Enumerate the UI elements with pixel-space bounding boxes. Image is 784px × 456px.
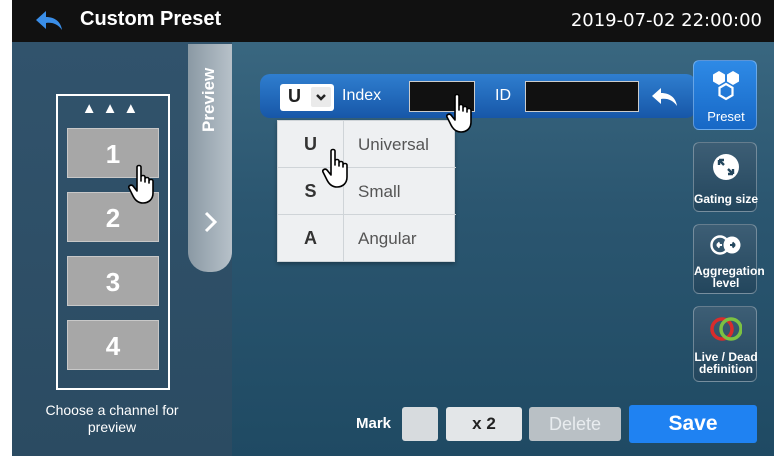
type-select-value: U — [288, 86, 301, 106]
index-label: Index — [342, 87, 382, 104]
delete-button[interactable]: Delete — [529, 407, 621, 441]
gating-size-icon — [713, 154, 739, 180]
dropdown-option-angular[interactable]: A Angular — [278, 215, 456, 262]
save-button[interactable]: Save — [629, 405, 757, 443]
dropdown-option-small[interactable]: S Small — [278, 168, 456, 215]
hand-cursor-icon — [322, 148, 348, 188]
gating-size-button[interactable]: Gating size — [693, 142, 759, 212]
preview-tab[interactable]: Preview — [188, 44, 232, 272]
preset-button-label: Preset — [707, 109, 745, 124]
id-label: ID — [495, 87, 511, 104]
dropdown-option-universal[interactable]: U Universal — [278, 121, 456, 168]
choose-channel-hint: Choose a channel for preview — [45, 402, 179, 435]
app-frame: Custom Preset 2019-07-02 22:00:00 ▲▲▲ 1 … — [12, 0, 774, 456]
aggregation-icon — [710, 235, 741, 255]
header-bar: Custom Preset 2019-07-02 22:00:00 — [12, 0, 774, 42]
dropdown-option-letter: A — [278, 215, 344, 262]
channel-button-3[interactable]: 3 — [67, 256, 159, 306]
live-dead-definition-button[interactable]: Live / Dead definition — [693, 306, 758, 382]
back-arrow-icon[interactable] — [34, 9, 64, 33]
aggregation-level-button[interactable]: Aggregation level — [693, 224, 765, 294]
channel-list: ▲▲▲ 1 2 3 4 — [56, 94, 170, 390]
datetime-display: 2019-07-02 22:00:00 — [570, 10, 762, 31]
mark-label: Mark — [356, 415, 392, 432]
mark-checkbox[interactable] — [402, 407, 438, 441]
chevron-right-icon — [204, 211, 218, 233]
hand-cursor-icon — [128, 164, 154, 204]
live-dead-label-line2: definition — [699, 362, 753, 376]
id-input[interactable] — [525, 81, 639, 112]
preset-button[interactable]: Preset — [693, 60, 757, 130]
dropdown-option-name: Angular — [358, 229, 417, 248]
preview-tab-label: Preview — [199, 67, 218, 133]
return-arrow-icon[interactable] — [651, 86, 679, 108]
page-title: Custom Preset — [80, 8, 222, 30]
live-dead-rings-icon — [710, 317, 742, 341]
gating-size-label: Gating size — [694, 192, 759, 206]
type-select[interactable]: U — [280, 84, 334, 111]
hand-cursor-icon — [446, 93, 472, 133]
type-dropdown-menu: U Universal S Small A Angular — [277, 120, 456, 262]
dropdown-option-name: Small — [358, 182, 401, 201]
aggregation-label-line2: level — [712, 276, 740, 290]
dropdown-option-name: Universal — [358, 135, 429, 154]
scroll-up-arrows-icon[interactable]: ▲▲▲ — [58, 100, 168, 117]
channel-button-4[interactable]: 4 — [67, 320, 159, 370]
hexagons-icon — [713, 71, 739, 101]
x2-button[interactable]: x 2 — [446, 407, 522, 441]
chevron-down-icon — [311, 87, 331, 107]
